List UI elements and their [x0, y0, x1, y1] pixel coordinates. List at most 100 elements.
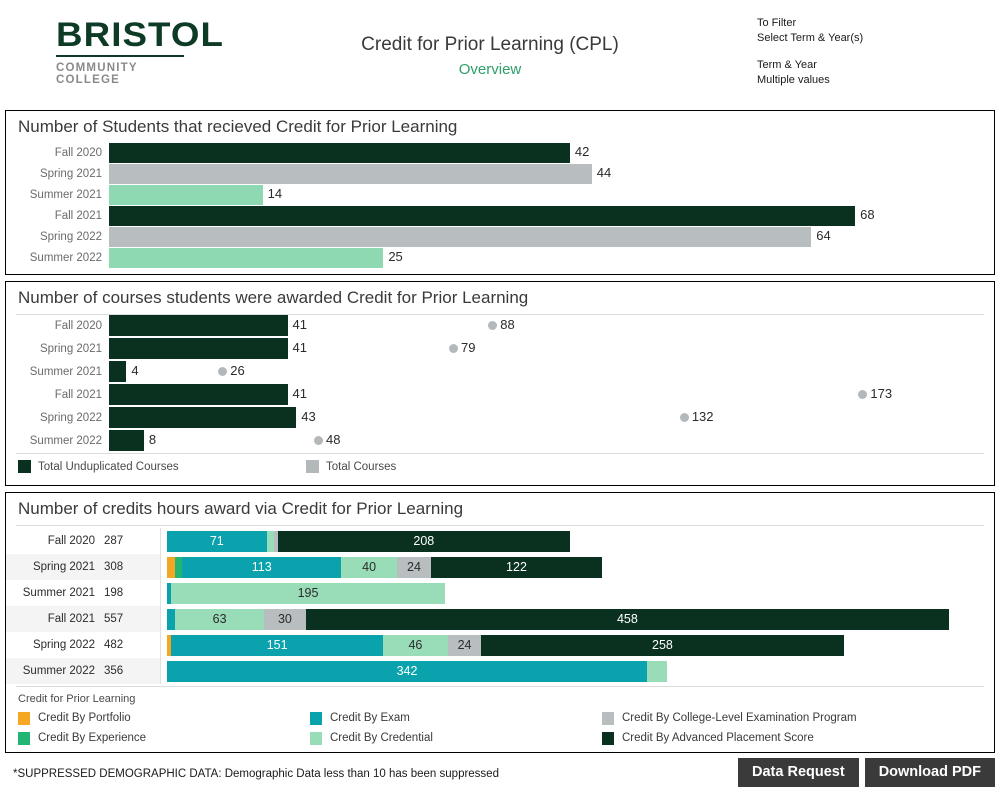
chart2-plot-area: 8 48: [109, 430, 994, 452]
chart3-segment[interactable]: 24: [447, 635, 482, 656]
chart1-bar[interactable]: [109, 206, 856, 226]
chart2-bar[interactable]: [109, 430, 144, 451]
logo-wordmark: BRISTOL: [56, 16, 225, 54]
chart3-segment[interactable]: 151: [171, 635, 384, 656]
chart3-row-header: Spring 2021 308: [6, 554, 161, 580]
chart3-category-label: Fall 2020: [47, 535, 95, 547]
chart2-dot-value: 26: [230, 363, 245, 378]
chart3-segment[interactable]: 46: [383, 635, 448, 656]
chart3-row-header: Summer 2021 198: [6, 580, 161, 606]
chart3-segment[interactable]: 208: [277, 531, 570, 552]
chart2-dot-marker[interactable]: [314, 436, 324, 445]
chart3-stacked-bar: 113 40 24 122: [161, 554, 994, 580]
legend-swatch-icon: [602, 731, 614, 745]
chart3-segment[interactable]: 24: [397, 557, 431, 578]
logo-subtitle: COMMUNITY COLLEGE: [56, 62, 138, 86]
chart3-segment[interactable]: [167, 557, 176, 578]
download-pdf-button[interactable]: Download PDF: [864, 758, 995, 787]
chart3-top-rule: [16, 525, 984, 526]
bristol-logo: BRISTOL COMMUNITY COLLEGE: [56, 18, 223, 86]
chart3-segment[interactable]: 342: [167, 661, 648, 682]
chart3-row: Summer 2022 356 342: [6, 658, 994, 684]
chart3-segment[interactable]: [167, 609, 176, 630]
chart3-row-total: 557: [104, 613, 124, 625]
chart3-segment[interactable]: [175, 557, 183, 578]
panel-courses: Number of courses students were awarded …: [5, 281, 995, 486]
chart1-bar[interactable]: [109, 248, 384, 268]
chart3-stacked-bar: 195: [161, 580, 994, 606]
chart2-plot-area: 41 79: [109, 338, 994, 360]
chart3-legend-label: Credit By Portfolio: [38, 712, 131, 724]
chart3-row-total: 356: [104, 665, 124, 677]
chart2-legend-item[interactable]: Total Unduplicated Courses: [18, 460, 306, 473]
chart3-segment[interactable]: 71: [167, 531, 267, 552]
chart3-segment[interactable]: [647, 661, 667, 682]
chart1-bar-value: 44: [596, 165, 612, 180]
chart2-title: Number of courses students were awarded …: [18, 288, 529, 307]
chart3-segment[interactable]: 458: [305, 609, 949, 630]
chart3-category-label: Summer 2021: [22, 587, 95, 599]
chart3-segment[interactable]: 40: [341, 557, 398, 578]
chart1-category-label: Spring 2022: [39, 231, 102, 243]
chart3-category-label: Spring 2022: [32, 639, 95, 651]
chart1-category-label: Fall 2021: [54, 210, 102, 222]
chart1-bar-area: 44: [109, 164, 994, 184]
chart3-segment[interactable]: 63: [175, 609, 264, 630]
chart2-bar[interactable]: [109, 361, 127, 382]
chart3-stacked-bar: 151 46 24 258: [161, 632, 994, 658]
chart1-bar[interactable]: [109, 185, 263, 205]
filter-value-term-year[interactable]: Multiple values: [757, 73, 863, 88]
panel-credit-hours: Number of credits hours award via Credit…: [5, 492, 995, 753]
chart3-stacked-bar: 71 208: [161, 528, 994, 554]
chart2-dot-marker[interactable]: [449, 344, 459, 353]
chart2-dot-marker[interactable]: [679, 413, 689, 422]
chart2-bar[interactable]: [109, 338, 288, 359]
chart2-legend-label: Total Unduplicated Courses: [38, 460, 179, 473]
chart1-bar[interactable]: [109, 164, 592, 184]
chart3-segment-value: 122: [506, 560, 527, 575]
chart3-segment-value: 63: [212, 612, 227, 627]
chart3-segment[interactable]: 30: [263, 609, 306, 630]
chart2-bar[interactable]: [109, 407, 297, 428]
chart1-bar-value: 42: [574, 144, 590, 159]
legend-swatch-icon: [310, 711, 322, 725]
chart3-title: Number of credits hours award via Credit…: [18, 499, 464, 518]
chart3-legend-item[interactable]: Credit By College-Level Examination Prog…: [602, 708, 894, 728]
chart1-bar-area: 25: [109, 248, 994, 268]
filter-instructions: To Filter Select Term & Year(s) Term & Y…: [757, 16, 863, 87]
chart2-dot-marker[interactable]: [218, 367, 228, 376]
chart2-dot-marker[interactable]: [488, 321, 498, 330]
chart1-bar[interactable]: [109, 227, 812, 247]
suppression-note: *SUPPRESSED DEMOGRAPHIC DATA: Demographi…: [13, 768, 499, 780]
chart2-dot-marker[interactable]: [858, 390, 868, 399]
chart2-dot-value: 132: [691, 409, 714, 424]
chart3-segment-value: 342: [396, 664, 418, 679]
chart3-segment[interactable]: 113: [182, 557, 342, 578]
chart3-legend-item[interactable]: Credit By Experience: [18, 728, 310, 748]
chart1-bar[interactable]: [109, 143, 570, 163]
chart3-category-label: Summer 2022: [22, 665, 95, 677]
page-title: Credit for Prior Learning (CPL): [361, 34, 619, 55]
chart1-row: Spring 2021 44: [6, 164, 994, 184]
chart2-category-label: Fall 2020: [54, 320, 102, 332]
chart3-legend-item[interactable]: Credit By Credential: [310, 728, 602, 748]
chart1-bar-area: 68: [109, 206, 994, 226]
chart3-legend-items: Credit By Portfolio Credit By Exam Credit …: [18, 708, 978, 748]
chart2-plot-area: 4 26: [109, 361, 994, 383]
chart3-segment[interactable]: 258: [481, 635, 844, 656]
chart3-legend-item[interactable]: Credit By Exam: [310, 708, 602, 728]
page-title-block: Credit for Prior Learning (CPL) Overview: [300, 34, 680, 78]
chart2-legend-item[interactable]: Total Courses: [306, 460, 396, 473]
data-request-button[interactable]: Data Request: [738, 758, 859, 787]
chart2-row: Summer 2021 4 26: [6, 361, 994, 383]
chart3-row-total: 308: [104, 561, 124, 573]
chart2-row: Spring 2022 43 132: [6, 407, 994, 429]
panel-students: Number of Students that recieved Credit …: [5, 110, 995, 275]
chart2-bar[interactable]: [109, 315, 288, 336]
chart3-legend-item[interactable]: Credit By Portfolio: [18, 708, 310, 728]
chart3-legend-item[interactable]: Credit By Advanced Placement Score: [602, 728, 894, 748]
chart2-bar[interactable]: [109, 384, 288, 405]
chart3-segment[interactable]: 122: [430, 557, 603, 578]
chart3-segment[interactable]: [266, 531, 274, 552]
chart3-segment[interactable]: 195: [171, 583, 445, 604]
